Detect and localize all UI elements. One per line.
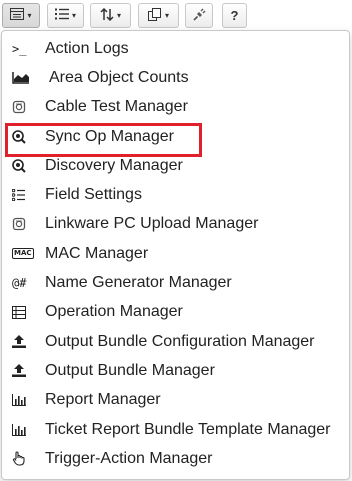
menu-item-label: Field Settings <box>45 186 142 204</box>
window-list-icon <box>10 8 25 23</box>
menu-item-label: Report Manager <box>45 391 161 409</box>
menu-item-label: Discovery Manager <box>45 156 183 174</box>
menu-item-label: Output Bundle Configuration Manager <box>45 332 315 350</box>
menu-item-operation-manager[interactable]: Operation Manager <box>2 298 349 327</box>
menu-item-trigger-action-manager[interactable]: Trigger-Action Manager <box>2 444 349 473</box>
pointer-hand-icon <box>12 450 34 468</box>
copy-menu-button[interactable]: ▾ <box>138 3 179 28</box>
menu-item-field-settings[interactable]: Field Settings <box>2 180 349 209</box>
menu-item-name-generator-manager[interactable]: @# Name Generator Manager <box>2 268 349 297</box>
upload-icon <box>12 333 34 351</box>
cable-tester-icon <box>12 98 34 116</box>
discovery-icon <box>12 157 34 175</box>
area-chart-icon <box>12 69 34 87</box>
chevron-down-icon: ▾ <box>71 10 76 20</box>
menu-item-action-logs[interactable]: >_ Action Logs <box>2 34 349 63</box>
help-button[interactable]: ? <box>222 3 247 28</box>
menu-item-label: Sync Op Manager <box>45 127 174 145</box>
menu-item-label: Linkware PC Upload Manager <box>45 215 259 233</box>
chevron-down-icon: ▾ <box>27 10 32 20</box>
name-generator-icon: @# <box>12 276 27 291</box>
search-sync-icon <box>12 128 34 146</box>
menu-list: >_ Action Logs Area Object Counts Cable … <box>2 31 349 473</box>
tools-dropdown-menu: >_ Action Logs Area Object Counts Cable … <box>1 30 350 480</box>
menu-item-linkware-pc-upload-manager[interactable]: Linkware PC Upload Manager <box>2 210 349 239</box>
linkware-icon <box>12 215 34 233</box>
chevron-down-icon: ▾ <box>164 10 169 20</box>
bar-chart-icon <box>12 421 34 439</box>
menu-item-label: MAC Manager <box>45 244 149 262</box>
menu-item-label: Name Generator Manager <box>45 274 232 292</box>
upload-icon <box>12 362 34 380</box>
toolbar: ▾ ▾ ▾ ▾ ? <box>0 0 352 30</box>
menu-item-label: Area Object Counts <box>49 68 189 86</box>
menu-item-label: Action Logs <box>45 39 129 57</box>
mac-icon: MAC <box>12 248 34 260</box>
operation-list-icon <box>12 303 34 321</box>
menu-item-label: Cable Test Manager <box>45 98 188 116</box>
menu-item-label: Operation Manager <box>45 303 183 321</box>
bulleted-list-icon <box>54 8 69 23</box>
menu-item-label: Trigger-Action Manager <box>45 449 213 467</box>
sort-menu-button[interactable]: ▾ <box>90 3 131 28</box>
menu-item-mac-manager[interactable]: MAC MAC Manager <box>2 239 349 268</box>
menu-item-label: Output Bundle Manager <box>45 361 215 379</box>
chevron-down-icon: ▾ <box>116 10 121 20</box>
plug-button[interactable] <box>185 3 213 28</box>
menu-item-report-manager[interactable]: Report Manager <box>2 386 349 415</box>
menu-item-area-object-counts[interactable]: Area Object Counts <box>2 63 349 92</box>
menu-item-label: Ticket Report Bundle Template Manager <box>45 420 331 438</box>
window-menu-button[interactable]: ▾ <box>2 3 40 28</box>
terminal-icon: >_ <box>12 41 27 56</box>
menu-item-ticket-report-bundle-template-manager[interactable]: Ticket Report Bundle Template Manager <box>2 415 349 444</box>
plug-icon <box>192 8 206 24</box>
field-list-icon <box>12 186 34 204</box>
menu-item-discovery-manager[interactable]: Discovery Manager <box>2 151 349 180</box>
menu-item-cable-test-manager[interactable]: Cable Test Manager <box>2 93 349 122</box>
copy-icon <box>147 7 162 24</box>
bar-chart-icon <box>12 391 34 409</box>
menu-item-output-bundle-configuration-manager[interactable]: Output Bundle Configuration Manager <box>2 327 349 356</box>
help-icon: ? <box>230 8 239 23</box>
menu-item-sync-op-manager[interactable]: Sync Op Manager <box>2 122 349 158</box>
sort-icon <box>100 7 114 24</box>
list-menu-button[interactable]: ▾ <box>47 3 84 28</box>
menu-item-output-bundle-manager[interactable]: Output Bundle Manager <box>2 356 349 385</box>
